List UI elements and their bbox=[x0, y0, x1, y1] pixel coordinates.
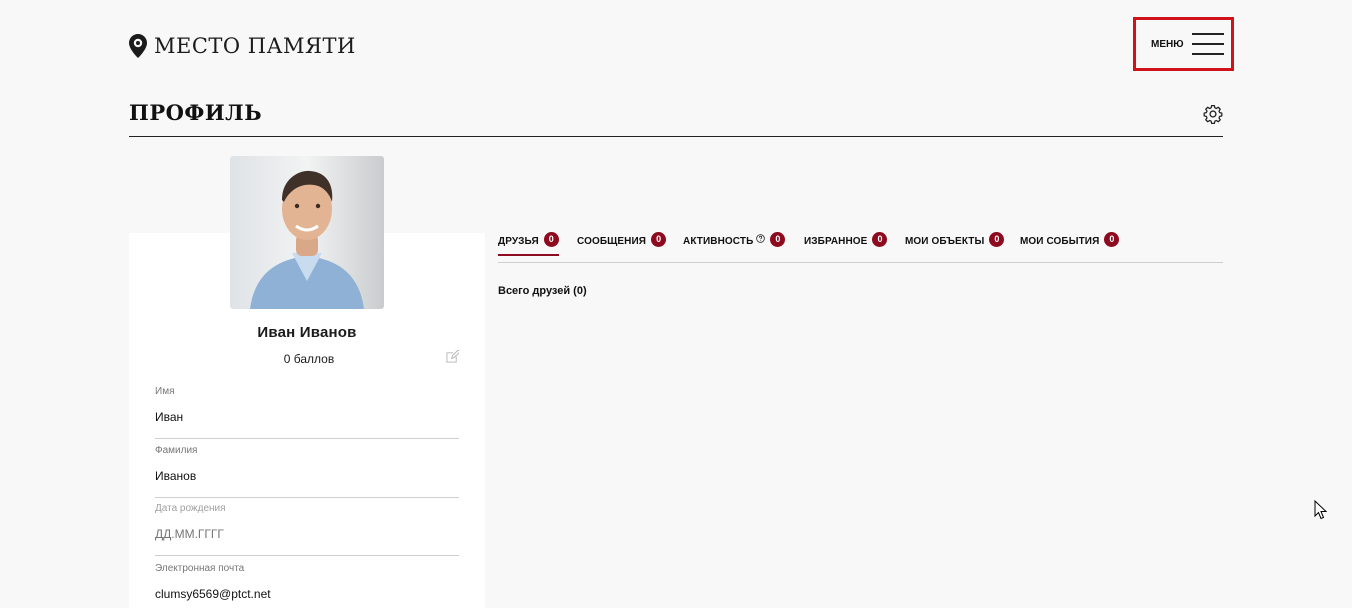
tab-my-events-badge: 0 bbox=[1104, 232, 1120, 247]
map-pin-icon bbox=[129, 34, 147, 58]
edit-icon[interactable] bbox=[446, 350, 459, 363]
profile-name: Иван Иванов bbox=[257, 324, 357, 341]
email-field: Электронная почта bbox=[155, 563, 459, 608]
first-name-input[interactable] bbox=[155, 410, 459, 424]
birthdate-field: Дата рождения bbox=[155, 503, 459, 556]
tab-my-objects[interactable]: МОИ ОБЪЕКТЫ 0 bbox=[905, 232, 1005, 256]
first-name-label: Имя bbox=[155, 386, 175, 397]
tab-messages[interactable]: СООБЩЕНИЯ 0 bbox=[577, 232, 667, 256]
site-logo[interactable]: МЕСТО ПАМЯТИ bbox=[128, 33, 356, 59]
birthdate-input[interactable] bbox=[155, 527, 459, 541]
tab-activity-badge: 0 bbox=[770, 232, 786, 247]
avatar-photo bbox=[230, 156, 384, 309]
hamburger-icon bbox=[1191, 33, 1224, 55]
menu-label: МЕНЮ bbox=[1151, 38, 1184, 50]
last-name-input[interactable] bbox=[155, 469, 459, 483]
tab-activity-label: АКТИВНОСТЬ bbox=[683, 236, 754, 247]
logo-text: МЕСТО ПАМЯТИ bbox=[154, 34, 356, 58]
page-title: ПРОФИЛЬ bbox=[129, 100, 263, 125]
friends-total: Всего друзей (0) bbox=[498, 285, 587, 297]
last-name-field: Фамилия bbox=[155, 445, 459, 498]
tab-my-events-label: МОИ СОБЫТИЯ bbox=[1020, 236, 1100, 247]
avatar bbox=[230, 156, 384, 309]
title-row: ПРОФИЛЬ bbox=[129, 100, 1223, 137]
menu-button[interactable]: МЕНЮ bbox=[1133, 17, 1234, 71]
tab-favorites[interactable]: ИЗБРАННОЕ 0 bbox=[804, 232, 888, 256]
tab-messages-badge: 0 bbox=[651, 232, 667, 247]
gear-icon[interactable] bbox=[1203, 104, 1223, 124]
tab-friends-label: ДРУЗЬЯ bbox=[498, 236, 539, 247]
birthdate-label: Дата рождения bbox=[155, 503, 226, 514]
tab-favorites-badge: 0 bbox=[872, 232, 888, 247]
mouse-cursor-icon bbox=[1314, 500, 1328, 520]
help-icon[interactable] bbox=[756, 234, 766, 243]
page: МЕСТО ПАМЯТИ МЕНЮ ПРОФИЛЬ Иван Иванов 0 … bbox=[0, 0, 1352, 608]
last-name-label: Фамилия bbox=[155, 445, 198, 456]
tab-my-objects-label: МОИ ОБЪЕКТЫ bbox=[905, 236, 985, 247]
tab-messages-label: СООБЩЕНИЯ bbox=[577, 236, 647, 247]
tab-friends[interactable]: ДРУЗЬЯ 0 bbox=[498, 232, 559, 256]
first-name-field: Имя bbox=[155, 386, 459, 439]
email-label: Электронная почта bbox=[155, 563, 245, 574]
tab-favorites-label: ИЗБРАННОЕ bbox=[804, 236, 868, 247]
tab-activity[interactable]: АКТИВНОСТЬ 0 bbox=[683, 232, 786, 256]
tab-friends-badge: 0 bbox=[543, 232, 559, 247]
profile-tabs: ДРУЗЬЯ 0 СООБЩЕНИЯ 0 АКТИВНОСТЬ 0 ИЗБРАН… bbox=[498, 232, 1223, 263]
tab-my-events[interactable]: МОИ СОБЫТИЯ 0 bbox=[1020, 232, 1120, 256]
tab-my-objects-badge: 0 bbox=[989, 232, 1005, 247]
email-input[interactable] bbox=[155, 587, 459, 601]
profile-points: 0 баллов bbox=[283, 352, 335, 366]
